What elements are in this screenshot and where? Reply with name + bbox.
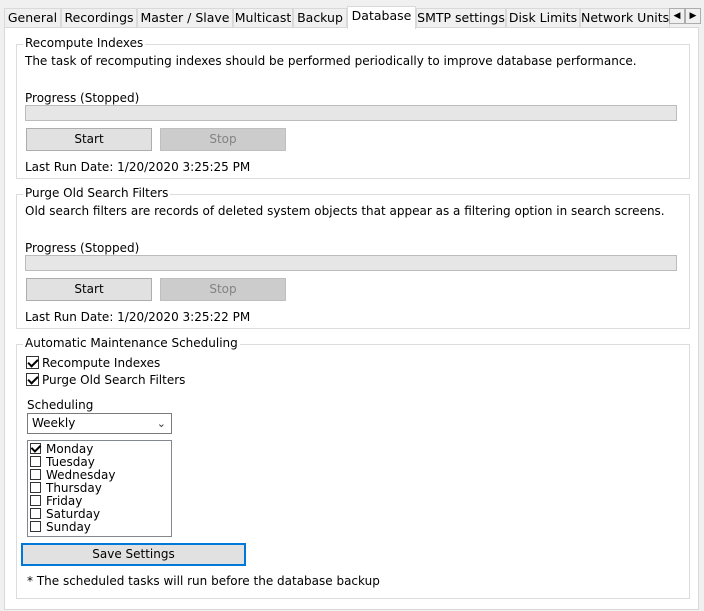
recompute-last-run-date: Last Run Date: 1/20/2020 3:25:25 PM xyxy=(25,160,251,174)
tab-general[interactable]: General xyxy=(4,8,61,28)
checkbox-icon[interactable] xyxy=(30,469,41,480)
tab-network-units[interactable]: Network Units xyxy=(580,8,670,28)
checkbox-icon[interactable] xyxy=(30,456,41,467)
scheduling-dropdown-value: Weekly xyxy=(32,416,76,430)
tab-scroll-right-icon[interactable]: ▶ xyxy=(685,8,701,24)
tab-master-slave[interactable]: Master / Slave xyxy=(137,8,233,28)
weekday-label: Friday xyxy=(46,494,83,508)
tab-scroll-left-icon[interactable]: ◀ xyxy=(669,8,685,24)
database-tab-panel: Recompute Indexes The task of recomputin… xyxy=(4,27,699,610)
recompute-indexes-checkbox-label: Recompute Indexes xyxy=(42,356,161,370)
purge-start-button[interactable]: Start xyxy=(26,278,152,301)
weekday-label: Sunday xyxy=(46,520,91,534)
tab-multicast[interactable]: Multicast xyxy=(233,8,293,28)
weekday-label: Monday xyxy=(46,442,94,456)
tab-smtp-settings[interactable]: SMTP settings xyxy=(416,8,506,28)
purge-progress-label: Progress (Stopped) xyxy=(25,241,140,255)
tab-strip: General Recordings Master / Slave Multic… xyxy=(4,6,702,29)
tab-database[interactable]: Database xyxy=(347,6,416,29)
chevron-down-icon: ⌄ xyxy=(156,417,166,430)
weekday-label: Tuesday xyxy=(46,455,95,469)
recompute-start-button[interactable]: Start xyxy=(26,128,152,151)
weekday-checklist[interactable]: Monday Tuesday Wednesday Thursday Friday Satu… xyxy=(27,440,172,537)
weekday-item-sunday[interactable]: Sunday xyxy=(30,521,171,534)
scheduling-label: Scheduling xyxy=(27,398,94,412)
checkbox-icon[interactable] xyxy=(30,508,41,519)
checkbox-icon[interactable] xyxy=(30,443,41,454)
maintenance-scheduling-title: Automatic Maintenance Scheduling xyxy=(23,336,240,350)
recompute-description: The task of recomputing indexes should b… xyxy=(25,54,637,68)
purge-description: Old search filters are records of delete… xyxy=(25,204,665,218)
tab-disk-limits[interactable]: Disk Limits xyxy=(506,8,580,28)
purge-progress-bar xyxy=(25,255,677,271)
checkbox-icon[interactable] xyxy=(30,482,41,493)
weekday-label: Thursday xyxy=(46,481,102,495)
purge-filters-checkbox[interactable]: Purge Old Search Filters xyxy=(26,373,185,387)
recompute-stop-button[interactable]: Stop xyxy=(160,128,286,151)
checkbox-icon[interactable] xyxy=(26,373,39,386)
purge-filters-checkbox-label: Purge Old Search Filters xyxy=(42,373,186,387)
purge-stop-button[interactable]: Stop xyxy=(160,278,286,301)
scheduling-footnote: * The scheduled tasks will run before th… xyxy=(27,574,380,588)
recompute-progress-label: Progress (Stopped) xyxy=(25,91,140,105)
weekday-label: Saturday xyxy=(46,507,101,521)
save-settings-button[interactable]: Save Settings xyxy=(21,543,246,566)
purge-last-run-date: Last Run Date: 1/20/2020 3:25:22 PM xyxy=(25,310,251,324)
recompute-indexes-title: Recompute Indexes xyxy=(23,36,146,50)
recompute-progress-bar xyxy=(25,105,677,121)
recompute-indexes-group: Recompute Indexes The task of recomputin… xyxy=(16,36,690,179)
purge-filters-title: Purge Old Search Filters xyxy=(23,186,171,200)
scheduling-dropdown[interactable]: Weekly ⌄ xyxy=(27,413,172,434)
weekday-label: Wednesday xyxy=(46,468,116,482)
tab-recordings[interactable]: Recordings xyxy=(61,8,137,28)
checkbox-icon[interactable] xyxy=(30,521,41,532)
checkbox-icon[interactable] xyxy=(26,356,39,369)
checkbox-icon[interactable] xyxy=(30,495,41,506)
tab-backup[interactable]: Backup xyxy=(293,8,347,28)
purge-filters-group: Purge Old Search Filters Old search filt… xyxy=(16,186,690,329)
maintenance-scheduling-group: Automatic Maintenance Scheduling Recompu… xyxy=(16,336,690,599)
recompute-indexes-checkbox[interactable]: Recompute Indexes xyxy=(26,356,160,370)
